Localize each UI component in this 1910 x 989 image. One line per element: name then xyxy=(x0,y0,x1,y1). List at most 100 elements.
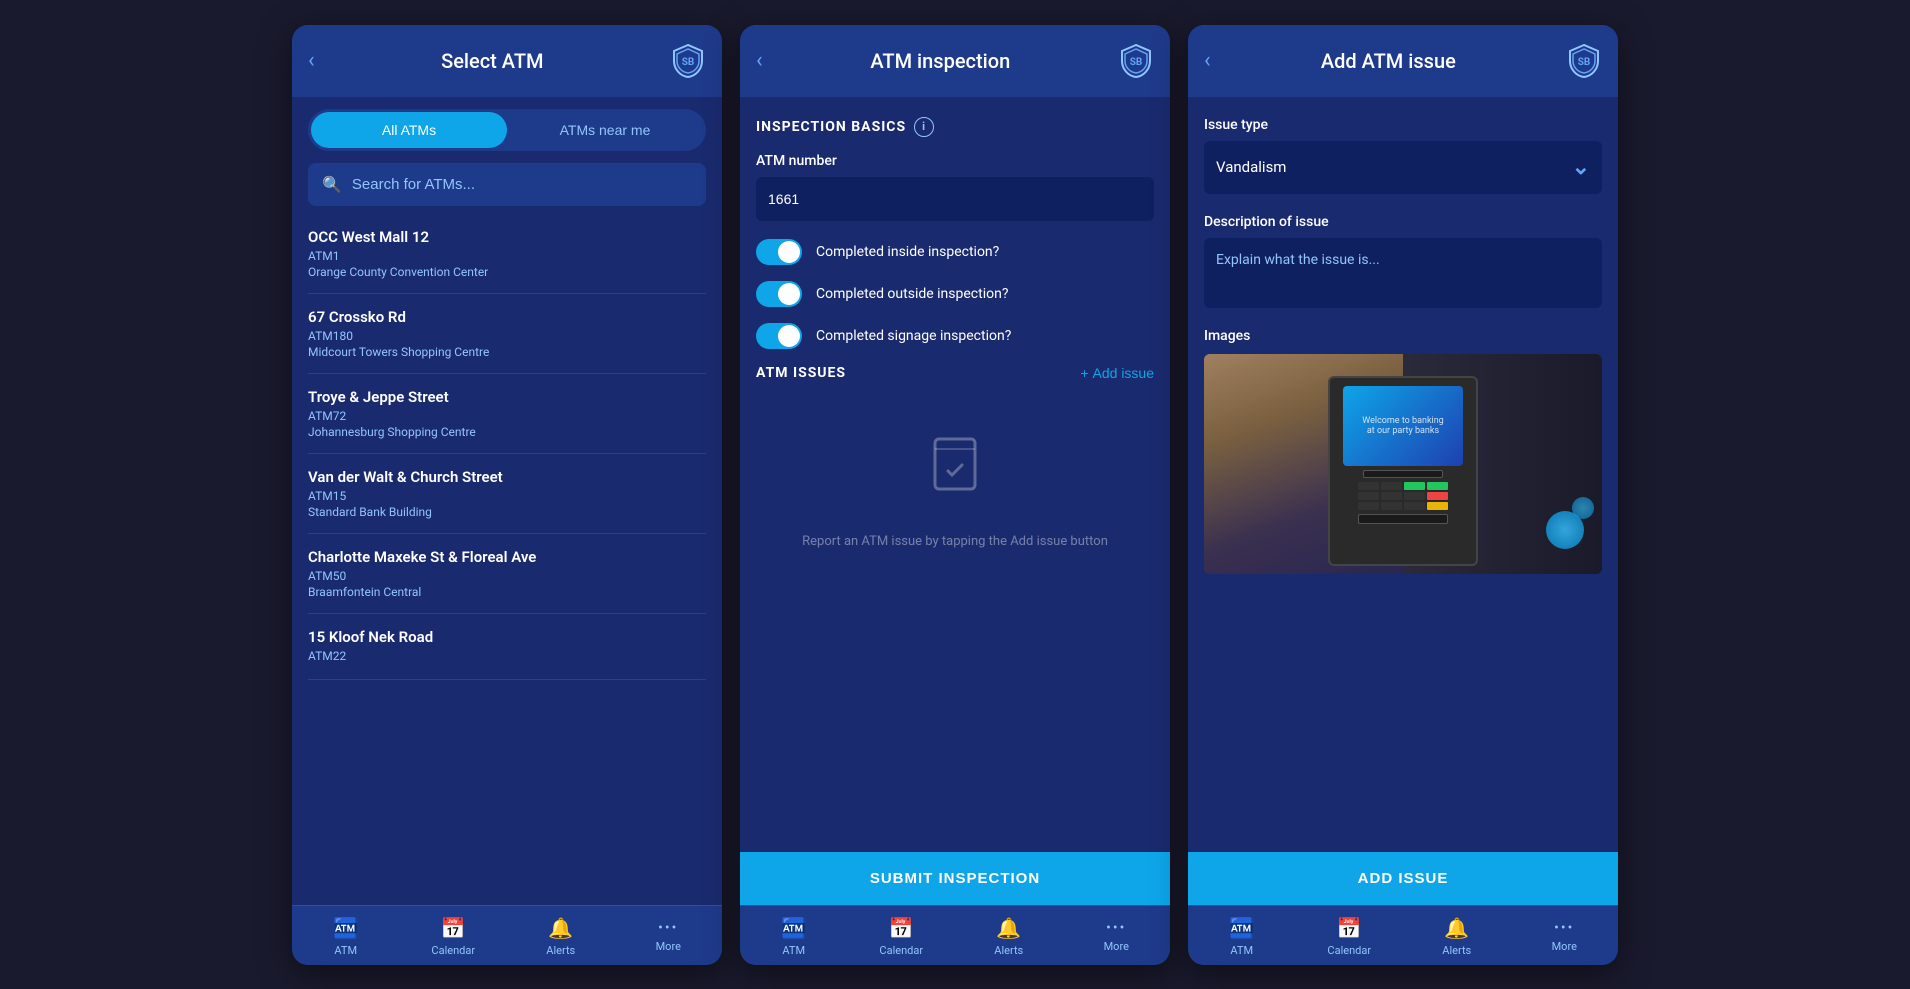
nav-calendar-2[interactable]: 📅 Calendar xyxy=(871,916,931,957)
add-issue-button[interactable]: + Add issue xyxy=(1080,365,1154,381)
atm-location: Standard Bank Building xyxy=(308,505,706,519)
empty-state: Report an ATM issue by tapping the Add i… xyxy=(756,401,1154,582)
search-icon: 🔍 xyxy=(322,175,342,194)
screen-add-atm-issue: ‹ Add ATM issue SB Issue type Vandalism … xyxy=(1188,25,1618,965)
inspection-content: INSPECTION BASICS i ATM number Completed… xyxy=(740,97,1170,852)
nav-calendar-label-2: Calendar xyxy=(879,944,923,957)
nav-alerts-1[interactable]: 🔔 Alerts xyxy=(531,916,591,957)
atm-code: ATM72 xyxy=(308,409,706,423)
atm-cash-slot xyxy=(1358,514,1448,524)
calendar-nav-icon-2: 📅 xyxy=(889,916,914,940)
nav-atm-label: ATM xyxy=(334,944,357,957)
description-field[interactable]: Explain what the issue is... xyxy=(1204,238,1602,308)
nav-more-2[interactable]: ••• More xyxy=(1086,920,1146,953)
nav-alerts-label-2: Alerts xyxy=(994,944,1023,957)
nav-atm-3[interactable]: 🏧 ATM xyxy=(1212,916,1272,957)
inside-inspection-toggle[interactable] xyxy=(756,239,802,265)
screen-select-atm: ‹ Select ATM SB All ATMs ATMs near me 🔍 … xyxy=(292,25,722,965)
empty-state-text: Report an ATM issue by tapping the Add i… xyxy=(802,532,1108,552)
add-issue-label: Add issue xyxy=(1093,365,1154,381)
atm-name: Charlotte Maxeke St & Floreal Ave xyxy=(308,548,706,566)
toggle-signage: Completed signage inspection? xyxy=(756,323,1154,349)
nav-alerts-label-3: Alerts xyxy=(1442,944,1471,957)
tab-all-atms[interactable]: All ATMs xyxy=(311,112,507,148)
atm-photo: Welcome to bankingat our party banks xyxy=(1204,354,1602,574)
signage-inspection-toggle[interactable] xyxy=(756,323,802,349)
atm-name: Troye & Jeppe Street xyxy=(308,388,706,406)
atm-issues-section: ATM ISSUES + Add issue xyxy=(756,365,1154,381)
inspection-basics-section: INSPECTION BASICS i xyxy=(756,117,1154,137)
description-label: Description of issue xyxy=(1204,214,1602,230)
outside-inspection-toggle[interactable] xyxy=(756,281,802,307)
atm-number-field[interactable] xyxy=(756,177,1154,221)
nav-alerts-2[interactable]: 🔔 Alerts xyxy=(979,916,1039,957)
logo-icon-1: SB xyxy=(670,43,706,79)
screen2-title: ATM inspection xyxy=(763,49,1118,73)
atm-code: ATM180 xyxy=(308,329,706,343)
alerts-nav-icon-2: 🔔 xyxy=(996,916,1021,940)
list-item[interactable]: OCC West Mall 12 ATM1 Orange County Conv… xyxy=(308,214,706,294)
screen3-title: Add ATM issue xyxy=(1211,49,1566,73)
nav-calendar-label: Calendar xyxy=(431,944,475,957)
atm-code: ATM15 xyxy=(308,489,706,503)
nav-atm-2[interactable]: 🏧 ATM xyxy=(764,916,824,957)
toggle-inside-label: Completed inside inspection? xyxy=(816,244,999,260)
atm-name: 15 Kloof Nek Road xyxy=(308,628,706,646)
atm-tab-bar: All ATMs ATMs near me xyxy=(308,109,706,151)
list-item[interactable]: 67 Crossko Rd ATM180 Midcourt Towers Sho… xyxy=(308,294,706,374)
issue-type-dropdown[interactable]: Vandalism ⌄ xyxy=(1204,141,1602,194)
screen-atm-inspection: ‹ ATM inspection SB INSPECTION BASICS i … xyxy=(740,25,1170,965)
search-input[interactable] xyxy=(352,176,692,193)
nav-more-label-2: More xyxy=(1104,940,1129,953)
nav-alerts-label: Alerts xyxy=(546,944,575,957)
nav-more-1[interactable]: ••• More xyxy=(638,920,698,953)
svg-text:SB: SB xyxy=(1130,57,1143,68)
add-issue-content: Issue type Vandalism ⌄ Description of is… xyxy=(1188,97,1618,852)
more-nav-icon: ••• xyxy=(658,920,678,936)
header-inspection: ‹ ATM inspection SB xyxy=(740,25,1170,97)
toggle-inside: Completed inside inspection? xyxy=(756,239,1154,265)
issue-type-value: Vandalism xyxy=(1216,158,1286,176)
tab-atms-near-me[interactable]: ATMs near me xyxy=(507,112,703,148)
toggle-outside-label: Completed outside inspection? xyxy=(816,286,1008,302)
nav-alerts-3[interactable]: 🔔 Alerts xyxy=(1427,916,1487,957)
nav-calendar-1[interactable]: 📅 Calendar xyxy=(423,916,483,957)
atm-location: Orange County Convention Center xyxy=(308,265,706,279)
list-item[interactable]: 15 Kloof Nek Road ATM22 xyxy=(308,614,706,680)
back-button-2[interactable]: ‹ xyxy=(756,48,763,73)
svg-text:SB: SB xyxy=(1578,57,1591,68)
atm-location: Johannesburg Shopping Centre xyxy=(308,425,706,439)
info-icon[interactable]: i xyxy=(914,117,934,137)
more-nav-icon-3: ••• xyxy=(1554,920,1574,936)
atm-number-label: ATM number xyxy=(756,153,1154,169)
toggle-outside: Completed outside inspection? xyxy=(756,281,1154,307)
nav-calendar-3[interactable]: 📅 Calendar xyxy=(1319,916,1379,957)
back-button-3[interactable]: ‹ xyxy=(1204,48,1211,73)
nav-atm-1[interactable]: 🏧 ATM xyxy=(316,916,376,957)
back-button-1[interactable]: ‹ xyxy=(308,48,315,73)
add-issue-submit-button[interactable]: ADD ISSUE xyxy=(1188,852,1618,905)
list-item[interactable]: Van der Walt & Church Street ATM15 Stand… xyxy=(308,454,706,534)
list-item[interactable]: Troye & Jeppe Street ATM72 Johannesburg … xyxy=(308,374,706,454)
nav-more-3[interactable]: ••• More xyxy=(1534,920,1594,953)
search-bar: 🔍 xyxy=(308,163,706,206)
atm-name: Van der Walt & Church Street xyxy=(308,468,706,486)
toggle-signage-label: Completed signage inspection? xyxy=(816,328,1011,344)
atm-nav-icon-2: 🏧 xyxy=(781,916,806,940)
atm-code: ATM50 xyxy=(308,569,706,583)
atm-card-slot xyxy=(1363,470,1443,478)
alerts-nav-icon: 🔔 xyxy=(548,916,573,940)
nav-atm-label-2: ATM xyxy=(782,944,805,957)
blue-orb-small xyxy=(1572,497,1594,519)
atm-screen-display: Welcome to bankingat our party banks xyxy=(1343,386,1463,466)
atm-issues-label: ATM ISSUES xyxy=(756,365,846,381)
svg-text:SB: SB xyxy=(682,57,695,68)
nav-atm-label-3: ATM xyxy=(1230,944,1253,957)
atm-list: OCC West Mall 12 ATM1 Orange County Conv… xyxy=(292,214,722,905)
calendar-nav-icon: 📅 xyxy=(441,916,466,940)
atm-name: 67 Crossko Rd xyxy=(308,308,706,326)
header-select-atm: ‹ Select ATM SB xyxy=(292,25,722,97)
chevron-down-icon: ⌄ xyxy=(1572,155,1590,180)
submit-inspection-button[interactable]: SUBMIT INSPECTION xyxy=(740,852,1170,905)
list-item[interactable]: Charlotte Maxeke St & Floreal Ave ATM50 … xyxy=(308,534,706,614)
